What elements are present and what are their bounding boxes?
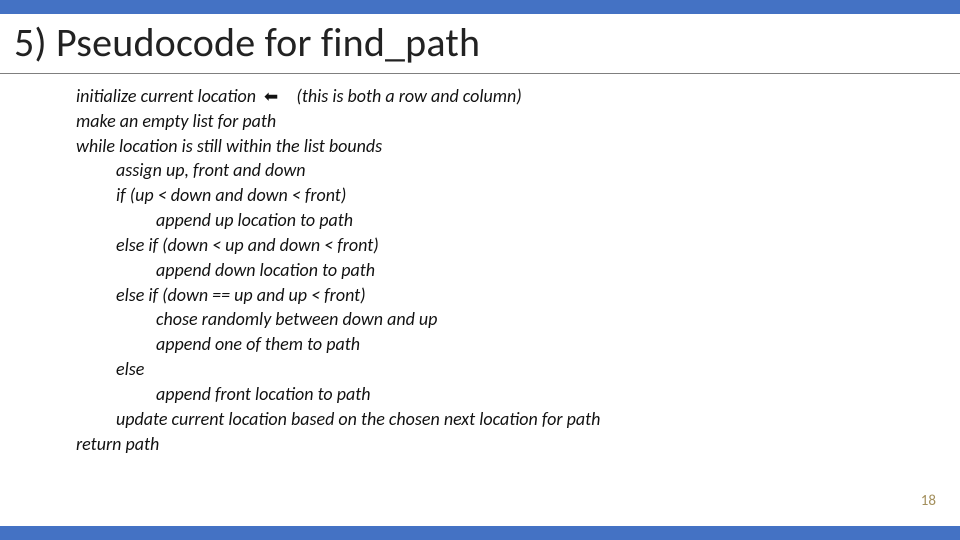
page-number: 18: [921, 492, 936, 510]
bottom-accent-bar: [0, 526, 960, 540]
code-line: else if (down == up and up < front): [76, 283, 884, 308]
top-accent-bar: [0, 0, 960, 14]
slide-title: 5) Pseudocode for find_path: [14, 18, 946, 67]
code-line: else: [76, 357, 884, 382]
code-annotation: (this is both a row and column): [296, 85, 521, 107]
left-arrow-icon: ⬅: [264, 86, 278, 107]
code-line: append up location to path: [76, 208, 884, 233]
title-block: 5) Pseudocode for find_path: [0, 18, 960, 74]
code-line: return path: [76, 432, 884, 457]
code-line: initialize current location ⬅ (this is b…: [76, 84, 884, 109]
code-line: if (up < down and down < front): [76, 183, 884, 208]
code-line: assign up, front and down: [76, 158, 884, 183]
code-line: chose randomly between down and up: [76, 307, 884, 332]
code-text: initialize current location: [76, 85, 256, 107]
code-line: append front location to path: [76, 382, 884, 407]
code-line: make an empty list for path: [76, 109, 884, 134]
code-line: update current location based on the cho…: [76, 407, 884, 432]
code-line: while location is still within the list …: [76, 134, 884, 159]
code-line: append one of them to path: [76, 332, 884, 357]
pseudocode-block: initialize current location ⬅ (this is b…: [0, 74, 960, 456]
code-line: append down location to path: [76, 258, 884, 283]
code-line: else if (down < up and down < front): [76, 233, 884, 258]
